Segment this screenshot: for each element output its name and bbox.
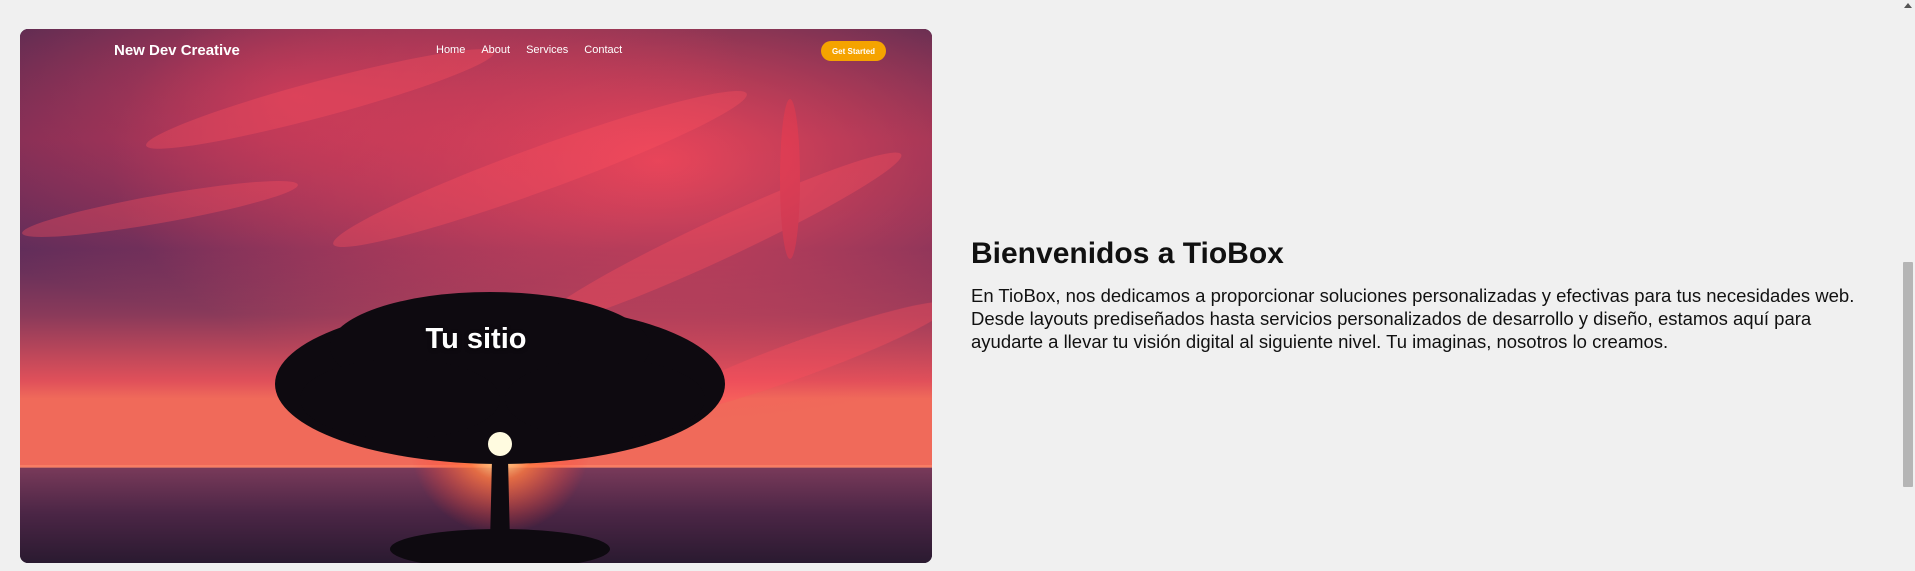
navbar: New Dev Creative Home About Services Con… xyxy=(20,29,932,73)
nav-link-about[interactable]: About xyxy=(481,44,510,56)
hero-section: New Dev Creative Home About Services Con… xyxy=(20,29,932,563)
hero-background-image xyxy=(20,29,932,563)
nav-links: Home About Services Contact xyxy=(436,44,638,56)
scrollbar-thumb[interactable] xyxy=(1903,262,1913,487)
brand-logo[interactable]: New Dev Creative xyxy=(114,42,240,59)
hero-title: Tu sitio xyxy=(425,323,527,355)
welcome-section: Bienvenidos a TioBox En TioBox, nos dedi… xyxy=(971,236,1886,353)
page: New Dev Creative Home About Services Con… xyxy=(0,0,1915,571)
nav-link-home[interactable]: Home xyxy=(436,44,465,56)
scroll-up-icon[interactable] xyxy=(1904,3,1912,8)
scrollbar[interactable] xyxy=(1900,0,1915,571)
welcome-text: En TioBox, nos dedicamos a proporcionar … xyxy=(971,285,1855,352)
nav-link-contact[interactable]: Contact xyxy=(584,44,622,56)
nav-link-services[interactable]: Services xyxy=(526,44,568,56)
get-started-button[interactable]: Get Started xyxy=(821,41,886,61)
welcome-title: Bienvenidos a TioBox xyxy=(971,237,1284,270)
